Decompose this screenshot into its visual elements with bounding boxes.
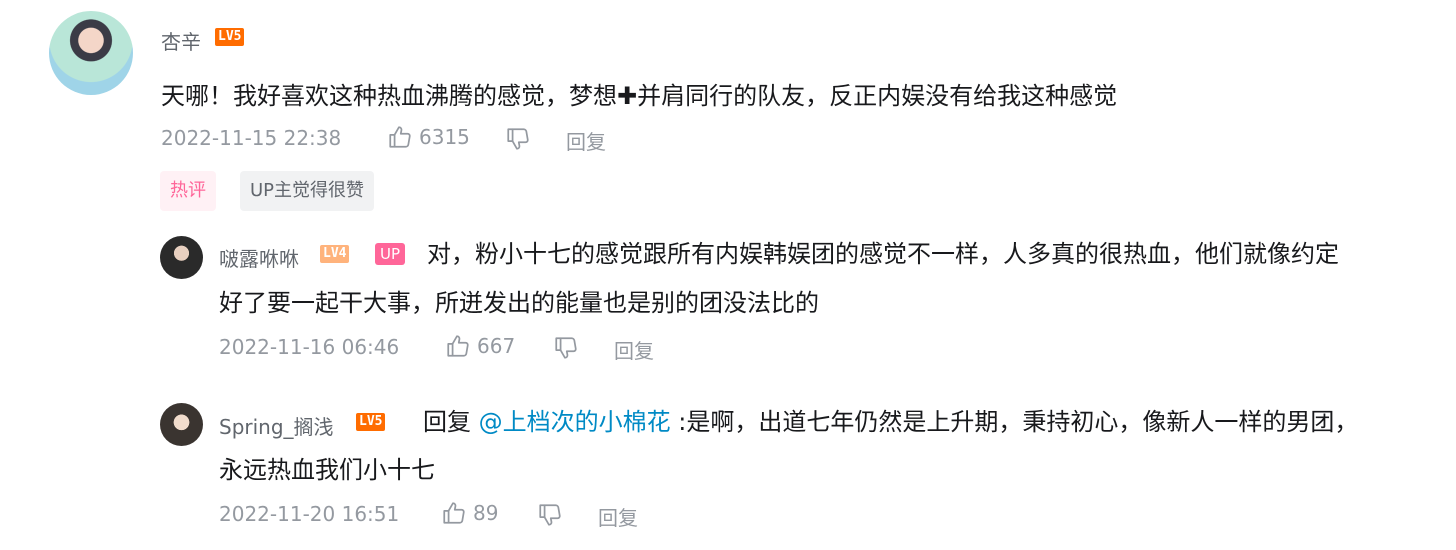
dislike-button[interactable] [537, 502, 563, 528]
dislike-icon [553, 335, 579, 361]
reply-text: 对，粉小十七的感觉跟所有内娱韩娱团的感觉不一样，人多真的很热血，他们就像约定 [427, 240, 1339, 268]
level-badge: LV5 [215, 28, 245, 46]
level-badge: LV4 [320, 245, 350, 263]
dislike-button[interactable] [505, 126, 531, 152]
mention-link[interactable]: @上档次的小棉花 [479, 408, 671, 436]
avatar[interactable] [49, 11, 133, 95]
reply-text-continued: 永远热血我们小十七 [219, 456, 435, 484]
reply-username[interactable]: 啵露咻咻 [219, 243, 299, 272]
timestamp: 2022-11-15 22:38 [161, 126, 342, 150]
up-liked-tag: UP主觉得很赞 [240, 171, 375, 211]
reply-button[interactable]: 回复 [566, 126, 606, 155]
like-icon [441, 500, 467, 526]
reply-avatar[interactable] [160, 236, 203, 279]
reply-button[interactable]: 回复 [598, 502, 638, 531]
comment-meta: 2022-11-15 22:38 6315 回复 [161, 124, 761, 156]
like-button[interactable]: 6315 [387, 124, 470, 150]
like-button[interactable]: 89 [441, 500, 498, 526]
dislike-button[interactable] [553, 335, 579, 361]
reply-meta: 2022-11-20 16:51 89 回复 [219, 500, 819, 532]
like-count: 667 [477, 334, 516, 358]
dislike-icon [505, 126, 531, 152]
timestamp: 2022-11-20 16:51 [219, 502, 400, 526]
username[interactable]: 杏辛 [161, 26, 201, 55]
level-badge: LV5 [356, 413, 386, 431]
like-icon [445, 333, 471, 359]
like-count: 6315 [419, 125, 470, 149]
reply-button[interactable]: 回复 [614, 335, 654, 364]
reply-text: 回复 @上档次的小棉花 :是啊，出道七年仍然是上升期，秉持初心，像新人一样的男团… [423, 399, 1358, 445]
hot-comment-tag: 热评 [160, 171, 216, 211]
like-button[interactable]: 667 [445, 333, 515, 359]
like-icon [387, 124, 413, 150]
reply-text-continued: 好了要一起干大事，所迸发出的能量也是别的团没法比的 [219, 289, 819, 317]
comment-text: 天哪！我好喜欢这种热血沸腾的感觉，梦想✚并肩同行的队友，反正内娱没有给我这种感觉 [161, 82, 1118, 110]
like-count: 89 [473, 501, 499, 525]
up-badge: UP [375, 243, 406, 265]
reply-body: :是啊，出道七年仍然是上升期，秉持初心，像新人一样的男团， [670, 408, 1359, 436]
reply-prefix: 回复 [423, 408, 471, 436]
reply-meta: 2022-11-16 06:46 667 回复 [219, 333, 819, 365]
timestamp: 2022-11-16 06:46 [219, 335, 400, 359]
reply-avatar[interactable] [160, 403, 203, 446]
reply-username[interactable]: Spring_搁浅 [219, 411, 334, 440]
dislike-icon [537, 502, 563, 528]
